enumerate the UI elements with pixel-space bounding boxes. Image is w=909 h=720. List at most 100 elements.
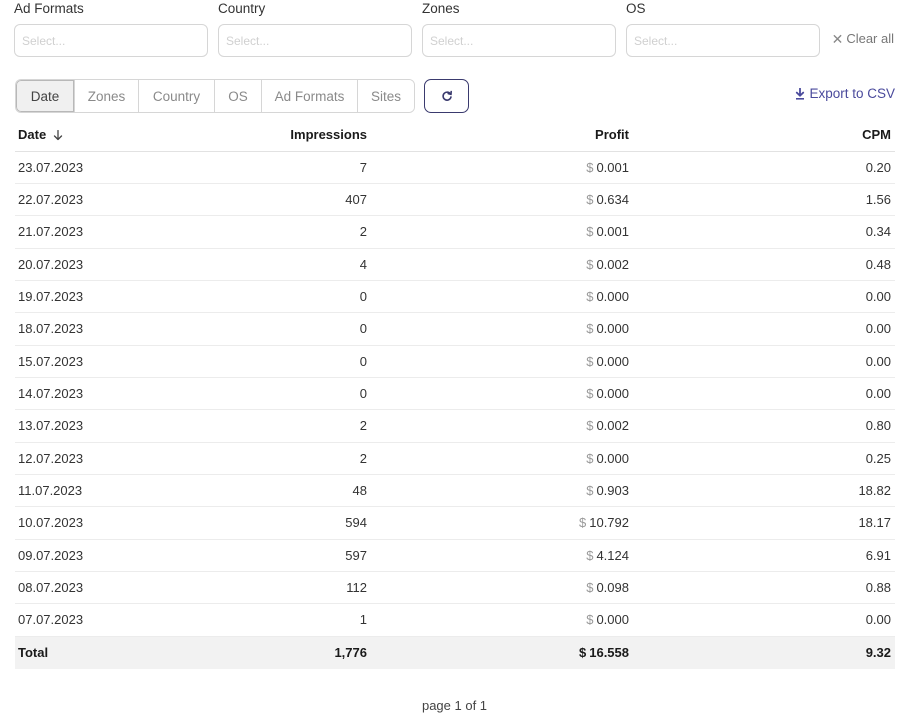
cell-impressions: 0	[135, 312, 367, 346]
cell-profit: $0.098	[367, 571, 629, 605]
table-row: 23.07.2023 7 $0.001 0.20	[15, 151, 895, 184]
table-row: 20.07.2023 4 $0.002 0.48	[15, 248, 895, 281]
grouping-toolbar: Date Zones Country OS Ad Formats Sites E…	[15, 79, 895, 113]
cell-cpm: 0.48	[629, 248, 895, 281]
cell-profit-value: 0.634	[596, 192, 629, 208]
cell-profit-value: 0.000	[596, 612, 629, 628]
cell-profit-value: 0.000	[596, 321, 629, 337]
cell-date: 21.07.2023	[15, 215, 135, 249]
column-header-date[interactable]: Date	[15, 119, 135, 152]
currency-symbol: $	[586, 224, 594, 240]
table-row: 07.07.2023 1 $0.000 0.00	[15, 603, 895, 637]
tab-country[interactable]: Country	[139, 80, 215, 112]
cell-date: 12.07.2023	[15, 442, 135, 475]
export-csv-link[interactable]: Export to CSV	[795, 86, 895, 101]
table-row: 18.07.2023 0 $0.000 0.00	[15, 312, 895, 346]
filter-country: Country	[218, 0, 412, 57]
tab-date[interactable]: Date	[16, 80, 75, 112]
cell-profit: $0.001	[367, 151, 629, 184]
currency-symbol: $	[586, 159, 594, 175]
cell-profit-value: 0.002	[596, 256, 629, 272]
cell-profit: $10.792	[367, 506, 629, 540]
country-select-input[interactable]	[226, 33, 404, 48]
table-row: 09.07.2023 597 $4.124 6.91	[15, 539, 895, 572]
ad-formats-select[interactable]	[14, 24, 208, 57]
currency-symbol: $	[586, 547, 594, 563]
refresh-icon	[441, 90, 452, 101]
cell-cpm: 1.56	[629, 183, 895, 217]
table-row: 19.07.2023 0 $0.000 0.00	[15, 280, 895, 314]
close-icon: ✕	[831, 30, 844, 47]
total-profit: $16.558	[367, 636, 629, 670]
os-select-input[interactable]	[634, 33, 812, 48]
cell-profit: $4.124	[367, 539, 629, 572]
cell-profit-value: 0.001	[596, 224, 629, 240]
column-header-profit[interactable]: Profit	[367, 119, 629, 152]
currency-symbol: $	[586, 321, 594, 337]
cell-profit: $0.000	[367, 312, 629, 346]
zones-select-input[interactable]	[430, 33, 608, 48]
download-icon	[796, 87, 805, 100]
ad-formats-select-input[interactable]	[22, 33, 200, 48]
export-csv-label: Export to CSV	[809, 86, 895, 101]
filter-label-country: Country	[218, 1, 266, 16]
pagination-info: page 1 of 1	[421, 698, 488, 713]
cell-profit: $0.000	[367, 345, 629, 378]
currency-symbol: $	[586, 192, 594, 208]
tab-sites[interactable]: Sites	[358, 80, 414, 112]
stats-table: Date Impressions Profit CPM 23.07.2023 7 $…	[15, 119, 895, 670]
currency-symbol: $	[579, 645, 587, 661]
currency-symbol: $	[586, 580, 594, 596]
currency-symbol: $	[586, 289, 594, 305]
tab-os[interactable]: OS	[215, 80, 262, 112]
currency-symbol: $	[586, 483, 594, 499]
table-row: 14.07.2023 0 $0.000 0.00	[15, 377, 895, 411]
total-cpm: 9.32	[629, 636, 895, 670]
cell-date: 08.07.2023	[15, 571, 135, 605]
zones-select[interactable]	[422, 24, 616, 57]
table-row: 22.07.2023 407 $0.634 1.56	[15, 183, 895, 217]
column-header-impressions[interactable]: Impressions	[135, 119, 367, 152]
cell-profit: $0.634	[367, 183, 629, 217]
refresh-button[interactable]	[424, 79, 469, 113]
sort-down-icon	[53, 130, 62, 141]
total-impressions: 1,776	[135, 636, 367, 670]
currency-symbol: $	[586, 612, 594, 628]
cell-impressions: 112	[135, 571, 367, 605]
clear-all-button[interactable]: ✕ Clear all	[832, 31, 894, 46]
cell-date: 10.07.2023	[15, 506, 135, 540]
tab-zones[interactable]: Zones	[75, 80, 139, 112]
table-row: 12.07.2023 2 $0.000 0.25	[15, 442, 895, 475]
cell-date: 09.07.2023	[15, 539, 135, 572]
tab-ad-formats[interactable]: Ad Formats	[262, 80, 358, 112]
cell-cpm: 0.20	[629, 151, 895, 184]
filter-label-os: OS	[626, 1, 646, 16]
cell-date: 14.07.2023	[15, 377, 135, 411]
cell-profit-value: 0.001	[596, 159, 629, 175]
cell-impressions: 594	[135, 506, 367, 540]
cell-impressions: 2	[135, 442, 367, 475]
cell-impressions: 2	[135, 215, 367, 249]
cell-profit-value: 0.098	[596, 580, 629, 596]
total-profit-value: 16.558	[589, 645, 629, 661]
cell-cpm: 0.25	[629, 442, 895, 475]
currency-symbol: $	[586, 386, 594, 402]
table-row: 11.07.2023 48 $0.903 18.82	[15, 474, 895, 508]
cell-impressions: 407	[135, 183, 367, 217]
os-select[interactable]	[626, 24, 820, 57]
cell-impressions: 1	[135, 603, 367, 637]
table-row: 08.07.2023 112 $0.098 0.88	[15, 571, 895, 605]
column-header-date-label: Date	[18, 127, 47, 143]
table-body: 23.07.2023 7 $0.001 0.20 22.07.2023 407 $0.634…	[15, 151, 895, 670]
total-row: Total 1,776 $16.558 9.32	[15, 636, 895, 670]
cell-profit-value: 10.792	[589, 515, 629, 531]
cell-profit-value: 0.903	[596, 483, 629, 499]
cell-profit: $0.000	[367, 377, 629, 411]
cell-cpm: 18.17	[629, 506, 895, 540]
total-label: Total	[15, 636, 135, 670]
cell-cpm: 0.00	[629, 280, 895, 314]
column-header-cpm[interactable]: CPM	[629, 119, 895, 152]
cell-profit: $0.002	[367, 248, 629, 281]
filter-os: OS	[626, 0, 820, 57]
country-select[interactable]	[218, 24, 412, 57]
